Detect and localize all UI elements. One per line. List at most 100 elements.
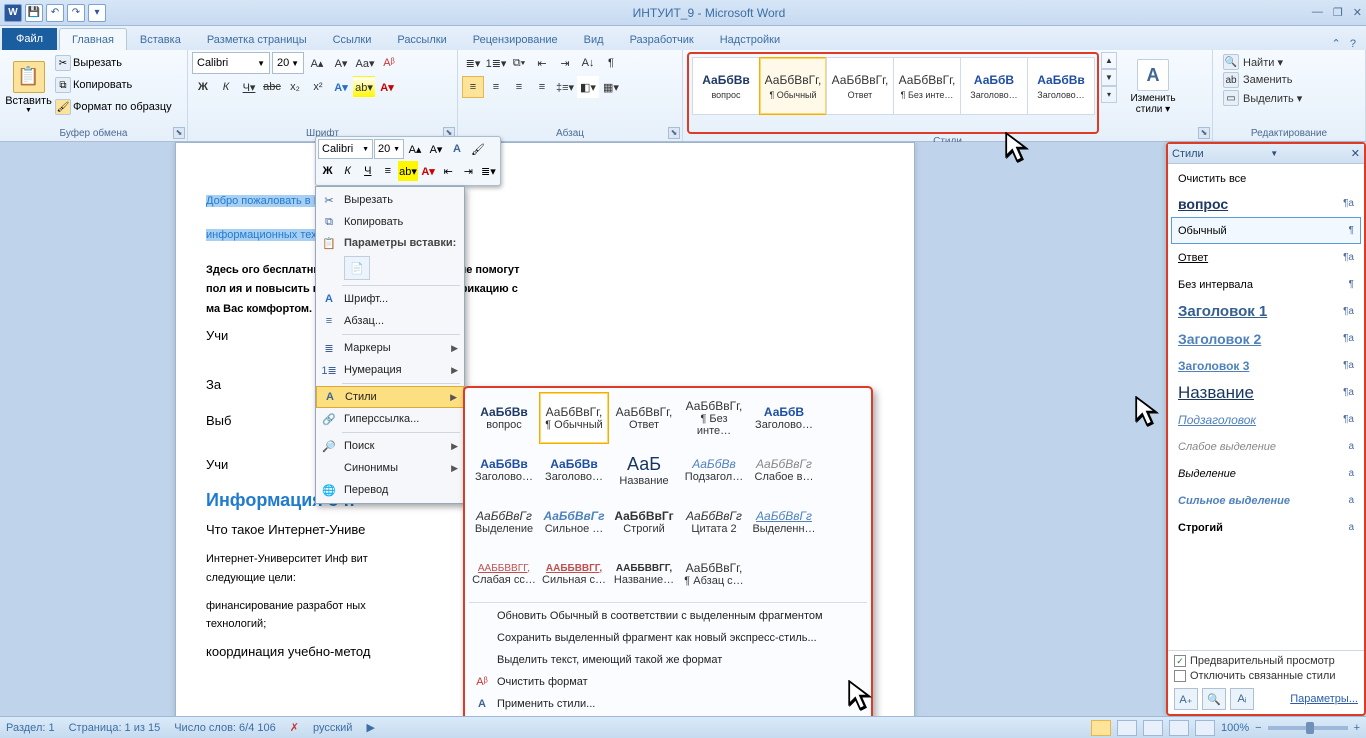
align-right-button[interactable]: ≡ (508, 76, 530, 98)
style-gallery-item[interactable]: АаБбВвЗаголово… (1027, 57, 1095, 115)
pane-style-item[interactable]: Обычный¶ (1171, 217, 1361, 244)
text-effects-button[interactable]: A▾ (330, 76, 352, 98)
flyout-style-item[interactable]: АаБбВвГгВыделенн… (749, 496, 819, 548)
style-gallery-item[interactable]: АаБбВввопрос (692, 57, 760, 115)
status-lang[interactable]: русский (313, 722, 352, 734)
tab-home[interactable]: Главная (59, 28, 127, 50)
mini-indent-dec-button[interactable]: ⇤ (439, 161, 458, 181)
pane-style-item[interactable]: Заголовок 1¶a (1171, 298, 1361, 325)
indent-inc-button[interactable]: ⇥ (554, 52, 576, 74)
pane-params-link[interactable]: Параметры... (1290, 693, 1358, 705)
manage-styles-button[interactable]: Aᵢ (1230, 688, 1254, 710)
tab-dev[interactable]: Разработчик (617, 28, 707, 50)
pane-dropdown-icon[interactable]: ▼ (1270, 149, 1278, 158)
flyout-style-item[interactable]: АаБбВвГгВыделение (469, 496, 539, 548)
mini-styles-icon[interactable]: A (447, 139, 467, 159)
italic-button[interactable]: К (215, 76, 237, 98)
style-gallery-item[interactable]: АаБбВвГг,¶ Без инте… (893, 57, 961, 115)
redo-icon[interactable]: ↷ (67, 4, 85, 22)
select-button[interactable]: ▭Выделить ▾ (1223, 90, 1302, 106)
numbering-button[interactable]: 1≣▾ (485, 52, 507, 74)
pane-style-item[interactable]: Слабое выделениеa (1171, 433, 1361, 460)
mini-center-button[interactable]: ≡ (378, 161, 397, 181)
view-outline-button[interactable] (1169, 720, 1189, 736)
tab-insert[interactable]: Вставка (127, 28, 194, 50)
mini-color-button[interactable]: A▾ (419, 161, 438, 181)
strike-button[interactable]: abc (261, 76, 283, 98)
pane-style-item[interactable]: вопрос¶a (1171, 190, 1361, 217)
change-case-button[interactable]: Aa▾ (354, 52, 376, 74)
ctx-cut[interactable]: ✂Вырезать (316, 189, 464, 211)
mini-brush-icon[interactable]: 🖌 (468, 139, 488, 159)
tab-file[interactable]: Файл (2, 28, 57, 50)
flyout-style-item[interactable]: АаБбВввопрос (469, 392, 539, 444)
paragraph-launcher[interactable]: ⬊ (668, 127, 680, 139)
flyout-select[interactable]: Выделить текст, имеющий такой же формат (469, 649, 867, 671)
view-draft-button[interactable] (1195, 720, 1215, 736)
ctx-hyperlink[interactable]: 🔗Гиперссылка... (316, 408, 464, 430)
tab-layout[interactable]: Разметка страницы (194, 28, 320, 50)
superscript-button[interactable]: x² (307, 76, 329, 98)
zoom-out-button[interactable]: − (1255, 722, 1261, 734)
status-section[interactable]: Раздел: 1 (6, 722, 55, 734)
flyout-style-item[interactable]: АаБбВвГг,¶ Абзац с… (679, 548, 749, 600)
replace-button[interactable]: abЗаменить (1223, 72, 1302, 88)
font-color-button[interactable]: A▾ (376, 76, 398, 98)
copy-button[interactable]: ⧉Копировать (53, 74, 174, 96)
align-left-button[interactable]: ≡ (462, 76, 484, 98)
ctx-search[interactable]: 🔎Поиск▶ (316, 435, 464, 457)
ctx-font[interactable]: AШрифт... (316, 288, 464, 310)
find-button[interactable]: 🔍Найти ▾ (1223, 54, 1302, 70)
ctx-paste-opt-1[interactable]: 📄 (316, 253, 464, 283)
flyout-style-item[interactable]: АаБбВвГг,¶ Обычный (539, 392, 609, 444)
ctx-bullets[interactable]: ≣Маркеры▶ (316, 337, 464, 359)
ctx-synonyms[interactable]: Синонимы▶ (316, 457, 464, 479)
mini-grow-icon[interactable]: A▴ (405, 139, 425, 159)
tab-addins[interactable]: Надстройки (707, 28, 793, 50)
gallery-up-button[interactable]: ▲ (1101, 52, 1117, 69)
align-justify-button[interactable]: ≡ (531, 76, 553, 98)
flyout-save[interactable]: Сохранить выделенный фрагмент как новый … (469, 627, 867, 649)
pane-style-item[interactable]: Сильное выделениеa (1171, 487, 1361, 514)
ctx-para[interactable]: ≡Абзац... (316, 310, 464, 332)
ctx-translate[interactable]: 🌐Перевод (316, 479, 464, 501)
flyout-style-item[interactable]: ААББВВГГ,Сильная с… (539, 548, 609, 600)
mini-font-size[interactable]: 20▼ (374, 139, 404, 159)
view-web-button[interactable] (1143, 720, 1163, 736)
tab-refs[interactable]: Ссылки (320, 28, 385, 50)
style-gallery-item[interactable]: АаБбВЗаголово… (960, 57, 1028, 115)
flyout-style-item[interactable]: АаБбВвГгСтрогий (609, 496, 679, 548)
style-gallery-item[interactable]: АаБбВвГг,¶ Обычный (759, 57, 827, 115)
undo-icon[interactable]: ↶ (46, 4, 64, 22)
minimize-button[interactable]: ― (1312, 6, 1323, 19)
flyout-update[interactable]: Обновить Обычный в соответствии с выделе… (469, 605, 867, 627)
status-page[interactable]: Страница: 1 из 15 (69, 722, 161, 734)
font-size-select[interactable]: 20▼ (272, 52, 304, 74)
preview-checkbox[interactable]: ✓Предварительный просмотр (1174, 655, 1358, 667)
new-style-button[interactable]: A₊ (1174, 688, 1198, 710)
flyout-style-item[interactable]: ААББВВГГ,Слабая сс… (469, 548, 539, 600)
pane-clear-all[interactable]: Очистить все (1171, 168, 1361, 190)
tab-mail[interactable]: Рассылки (384, 28, 459, 50)
flyout-style-item[interactable]: АаБбВвЗаголово… (539, 444, 609, 496)
mini-italic-button[interactable]: К (338, 161, 357, 181)
font-name-select[interactable]: Calibri▼ (192, 52, 270, 74)
gallery-more-button[interactable]: ▾ (1101, 86, 1117, 103)
clipboard-launcher[interactable]: ⬊ (173, 127, 185, 139)
paste-button[interactable]: 📋 Вставить ▼ (6, 54, 51, 120)
border-button[interactable]: ▦▾ (600, 76, 622, 98)
style-gallery-item[interactable]: АаБбВвГг,Ответ (826, 57, 894, 115)
pane-close-button[interactable]: ✕ (1351, 147, 1360, 160)
view-print-button[interactable] (1091, 720, 1111, 736)
pane-style-item[interactable]: Ответ¶a (1171, 244, 1361, 271)
mini-font-name[interactable]: Calibri▼ (318, 139, 373, 159)
bold-button[interactable]: Ж (192, 76, 214, 98)
zoom-slider-thumb[interactable] (1306, 722, 1314, 734)
mini-shrink-icon[interactable]: A▾ (426, 139, 446, 159)
mini-underline-button[interactable]: Ч (358, 161, 377, 181)
pane-style-item[interactable]: Строгийa (1171, 514, 1361, 541)
flyout-clear[interactable]: AᵝОчистить формат (469, 671, 867, 693)
show-marks-button[interactable]: ¶ (600, 52, 622, 74)
view-read-button[interactable] (1117, 720, 1137, 736)
status-words[interactable]: Число слов: 6/4 106 (174, 722, 276, 734)
